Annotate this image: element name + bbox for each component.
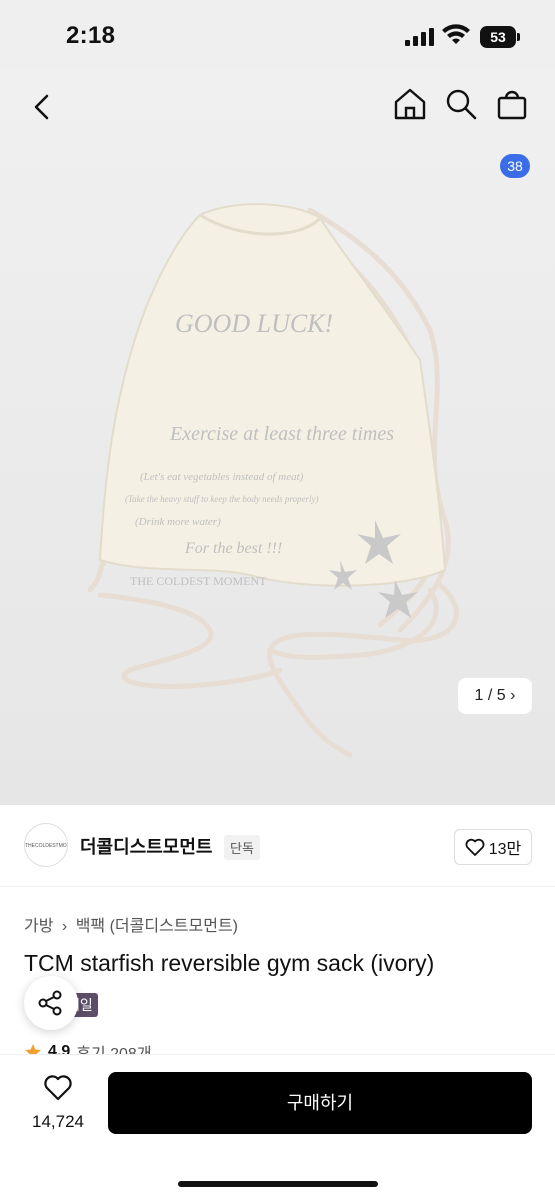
share-button[interactable] [24,976,78,1030]
back-button[interactable] [24,90,58,124]
print-text-7: THE COLDEST MOMENT [130,574,267,588]
chevron-right-icon: › [61,918,68,935]
buy-button[interactable]: 구매하기 [108,1072,532,1134]
product-title: TCM starfish reversible gym sack (ivory) [24,950,435,976]
brand-like-button[interactable]: 13만 [454,829,532,865]
bottom-action-bar: 14,724 구매하기 [0,1055,555,1200]
print-text-4: (Take the heavy stuff to keep the body n… [125,494,319,504]
breadcrumb-sub[interactable]: 백팩 (더콜디스트모먼트) [76,918,238,935]
print-text-2: Exercise at least three times [169,423,394,445]
print-text-3: (Let's eat vegetables instead of meat) [140,471,304,483]
battery-tip [517,33,520,41]
search-icon[interactable] [443,86,479,122]
wish-count: 14,724 [32,1112,84,1131]
brand-logo[interactable]: THECOLDESTMOMENT [24,823,68,867]
print-text-5: (Drink more water) [135,516,221,528]
print-text-6: For the best !!! [184,540,282,557]
image-pager[interactable]: 1 / 5 › [458,678,532,714]
wifi-icon [442,24,470,44]
wish-button[interactable]: 14,724 [22,1073,94,1132]
battery-icon: 53 [480,26,516,48]
home-indicator [178,1181,378,1187]
share-icon [38,990,62,1016]
brand-name[interactable]: 더콜디스트모먼트 [80,833,212,859]
chevron-left-icon [34,94,49,120]
pager-text: 1 / 5 [474,687,506,704]
chevron-right-icon: › [510,687,516,704]
breadcrumb-category[interactable]: 가방 [24,918,53,935]
brand-row: THECOLDESTMOMENT 더콜디스트모먼트 단독 13만 [0,805,555,887]
status-time: 2:18 [66,22,116,49]
cart-count-badge: 38 [500,154,530,178]
status-bar: 2:18 53 [0,0,555,70]
brand-like-count: 13만 [488,841,522,858]
heart-icon [465,838,485,856]
heart-icon [44,1075,72,1101]
signal-icon [405,28,434,46]
home-icon[interactable] [392,86,428,122]
top-nav: 38 [0,70,555,178]
cart-icon[interactable] [494,86,530,122]
exclusive-tag: 단독 [224,835,260,860]
print-text-1: GOOD LUCK! [175,309,333,338]
breadcrumb: 가방 › 백팩 (더콜디스트모먼트) [24,912,242,936]
